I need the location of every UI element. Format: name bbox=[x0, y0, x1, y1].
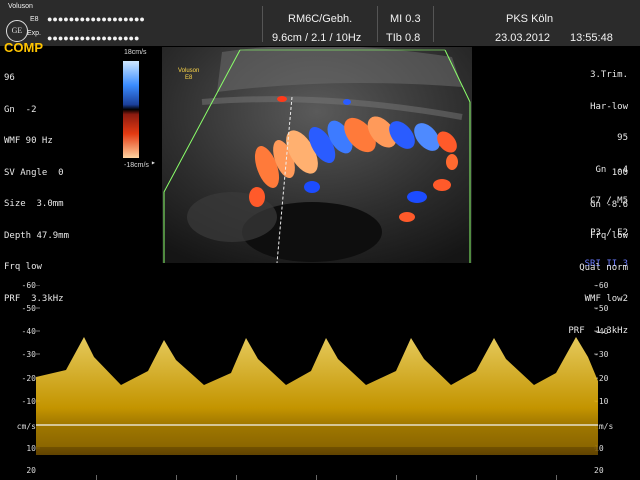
time-markers bbox=[96, 475, 557, 480]
sector-marker-icon: ▸ bbox=[151, 158, 156, 167]
right-param-line: Frq low bbox=[590, 231, 628, 241]
colorbar-top-label: 18cm/s bbox=[124, 49, 147, 56]
left-params: 96 Gn -2 WMF 90 Hz SV Angle 0 Size 3.0mm… bbox=[4, 52, 69, 315]
left-param-line: SV Angle 0 bbox=[4, 167, 64, 178]
patient-name-masked: ●●●●●●●●●●●●●●●●●● bbox=[47, 14, 145, 24]
scale-tick-left: -10 bbox=[21, 397, 36, 406]
probe-label: RM6C/Gebh. bbox=[288, 13, 353, 25]
ge-logo-icon: GE bbox=[6, 20, 28, 42]
right-param-line: 100 bbox=[611, 168, 628, 178]
header-bar: Voluson E8 Exp. GE ●●●●●●●●●●●●●●●●●● ●●… bbox=[0, 0, 640, 46]
ultrasound-image[interactable] bbox=[162, 47, 472, 263]
scale-tick-left: -30 bbox=[21, 350, 36, 359]
doppler-spectrum[interactable] bbox=[36, 285, 598, 480]
brand-label: Voluson bbox=[8, 3, 33, 10]
image-brand-label: Voluson E8 bbox=[178, 68, 199, 82]
image-model: E8 bbox=[185, 75, 193, 81]
image-brand: Voluson bbox=[178, 68, 200, 74]
left-param-line: Frq low bbox=[4, 262, 42, 272]
left-param-line: 96 bbox=[4, 73, 15, 83]
scale-tick-left: -60 bbox=[21, 281, 36, 290]
colorbar-bottom-label: -18cm/s bbox=[124, 162, 149, 169]
hospital-name: PKS Köln bbox=[506, 13, 554, 25]
mi-value: MI 0.3 bbox=[390, 13, 421, 25]
scale-tick-left: 20 bbox=[26, 466, 36, 475]
patient-id-masked: ●●●●●●●●●●●●●●●●● bbox=[47, 33, 140, 43]
left-param-line: WMF 90 Hz bbox=[4, 136, 53, 146]
exam-date: 23.03.2012 bbox=[495, 32, 551, 44]
scale-tick-left: -50 bbox=[21, 304, 36, 313]
velocity-colorbar bbox=[123, 61, 139, 158]
right-param-line: Gn -8.6 bbox=[590, 199, 628, 210]
right-param-line: 3.Trim. bbox=[590, 70, 628, 80]
scale-tick-left: -20 bbox=[21, 374, 36, 383]
brand-sub: Exp. bbox=[27, 30, 42, 37]
left-param-line: Size 3.0mm bbox=[4, 199, 64, 209]
exam-time: 13:55:48 bbox=[570, 32, 613, 44]
scale-unit-left: cm/s bbox=[16, 422, 36, 431]
right-param-line: Qual norm bbox=[579, 262, 628, 273]
scale-tick-left: 10 bbox=[26, 444, 36, 453]
brand-model: E8 bbox=[30, 16, 39, 23]
left-param-line: Gn -2 bbox=[4, 104, 37, 115]
left-param-line: Depth 47.9mm bbox=[4, 230, 70, 241]
scan-params: 9.6cm / 2.1 / 10Hz bbox=[272, 32, 362, 44]
tib-value: TIb 0.8 bbox=[386, 32, 421, 44]
right-param-line: Har-low bbox=[590, 101, 628, 112]
right-param-line: 95 bbox=[617, 133, 628, 143]
scale-tick-left: -40 bbox=[21, 327, 36, 336]
